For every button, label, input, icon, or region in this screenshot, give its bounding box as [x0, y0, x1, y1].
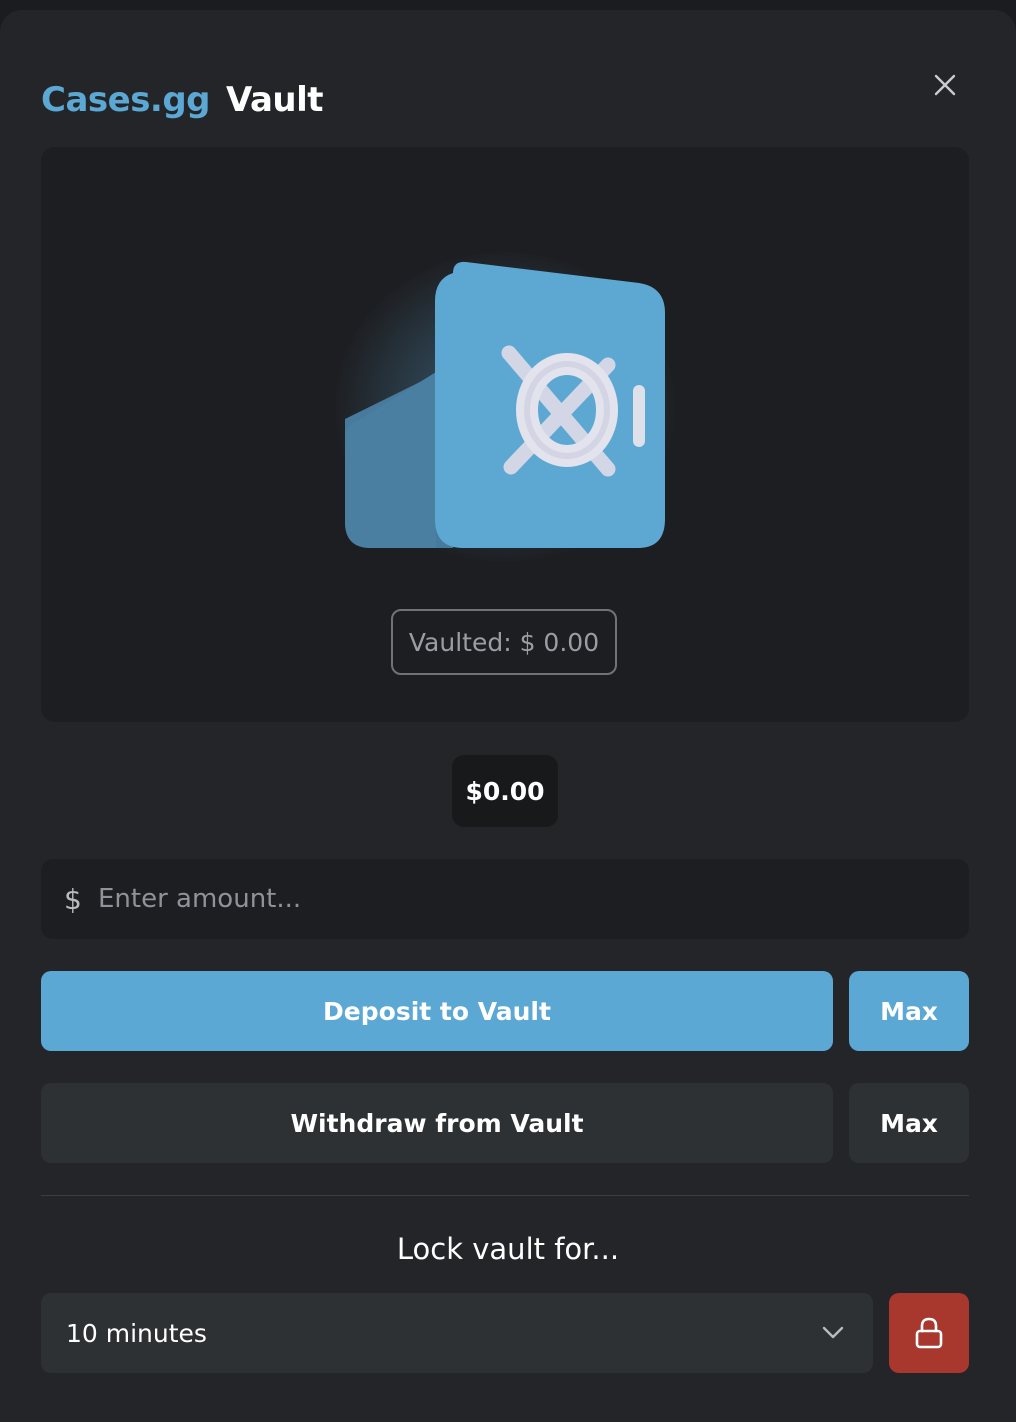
- amount-input[interactable]: [96, 868, 940, 930]
- withdraw-max-button[interactable]: Max: [849, 1083, 969, 1163]
- dollar-icon: $: [64, 882, 82, 916]
- modal-title: Vault: [226, 80, 324, 120]
- safe-icon: [345, 261, 665, 548]
- lock-duration-value: 10 minutes: [66, 1318, 207, 1348]
- modal-header: Cases.gg Vault: [41, 70, 324, 130]
- lock-vault-button[interactable]: [889, 1293, 969, 1373]
- brand-logo-text: Cases.gg: [41, 80, 211, 120]
- lock-section-label: Lock vault for...: [396, 1232, 620, 1266]
- amount-field[interactable]: $: [41, 859, 969, 939]
- close-icon: [934, 74, 956, 96]
- close-button[interactable]: [925, 65, 965, 105]
- balance-display: $0.00: [452, 755, 558, 827]
- chevron-down-icon: [821, 1321, 845, 1345]
- deposit-button[interactable]: Deposit to Vault: [41, 971, 833, 1051]
- withdraw-button[interactable]: Withdraw from Vault: [41, 1083, 833, 1163]
- lock-icon: [915, 1317, 943, 1349]
- divider: [41, 1195, 969, 1196]
- deposit-max-button[interactable]: Max: [849, 971, 969, 1051]
- vaulted-amount-badge: Vaulted: $ 0.00: [391, 609, 617, 675]
- vault-illustration-panel: Vaulted: $ 0.00: [41, 147, 969, 722]
- vault-modal: Cases.gg Vault Vaulted: $ 0.00 $0.00 $ E…: [0, 10, 1016, 1422]
- lock-duration-select[interactable]: 10 minutes: [41, 1293, 873, 1373]
